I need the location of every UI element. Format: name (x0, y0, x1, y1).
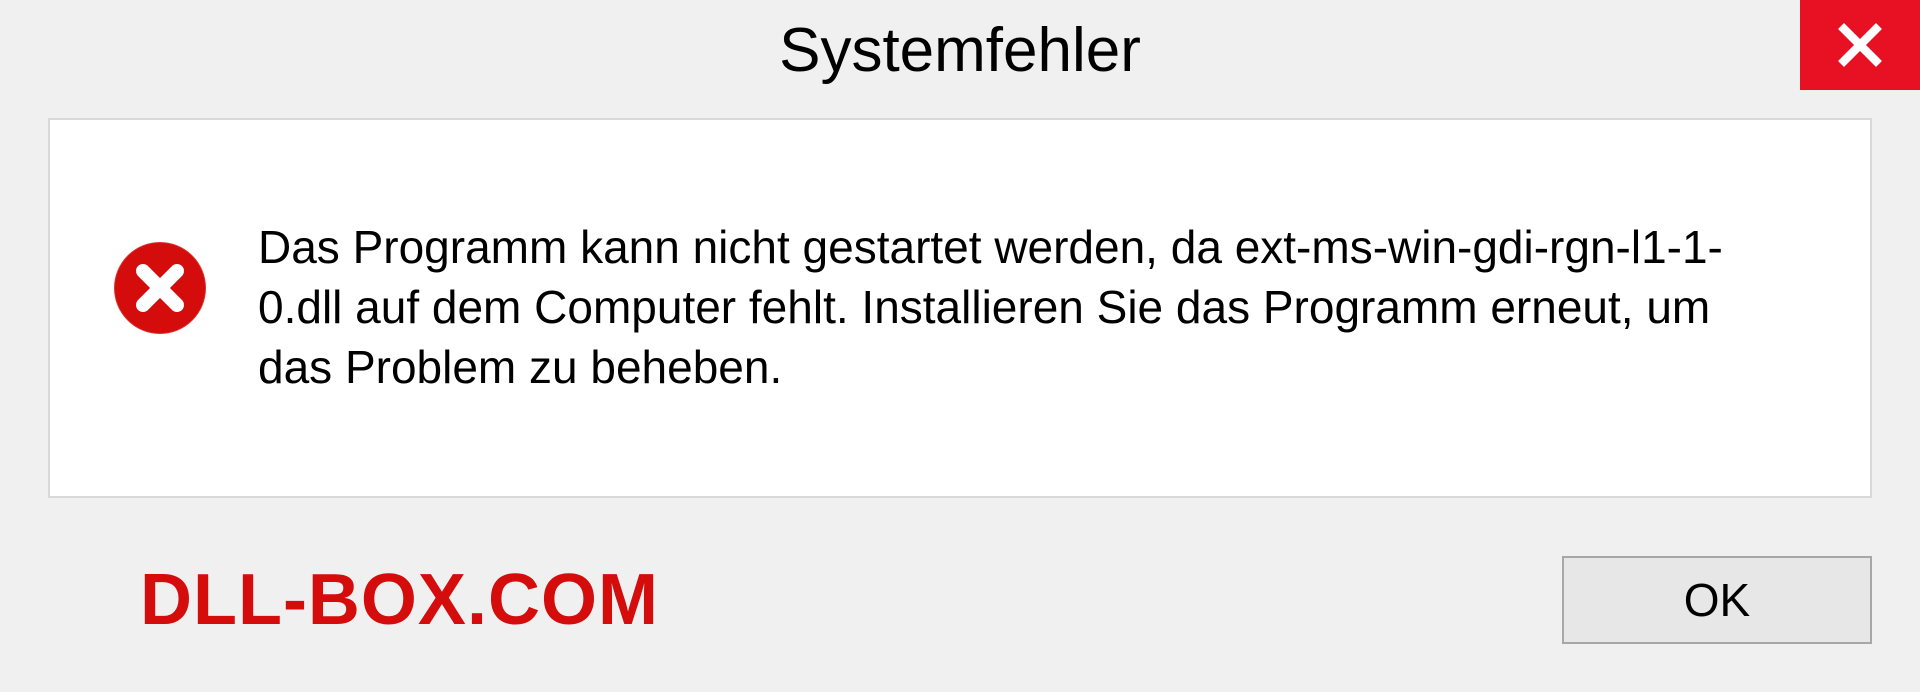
watermark-text: DLL-BOX.COM (140, 559, 659, 641)
dialog-title: Systemfehler (779, 15, 1141, 86)
error-icon (110, 238, 210, 338)
dialog-footer: DLL-BOX.COM OK (0, 532, 1920, 692)
close-button[interactable] (1800, 0, 1920, 90)
titlebar: Systemfehler (0, 0, 1920, 100)
close-icon (1836, 21, 1884, 69)
error-message: Das Programm kann nicht gestartet werden… (258, 218, 1738, 397)
content-panel: Das Programm kann nicht gestartet werden… (48, 118, 1872, 498)
ok-button[interactable]: OK (1562, 556, 1872, 644)
